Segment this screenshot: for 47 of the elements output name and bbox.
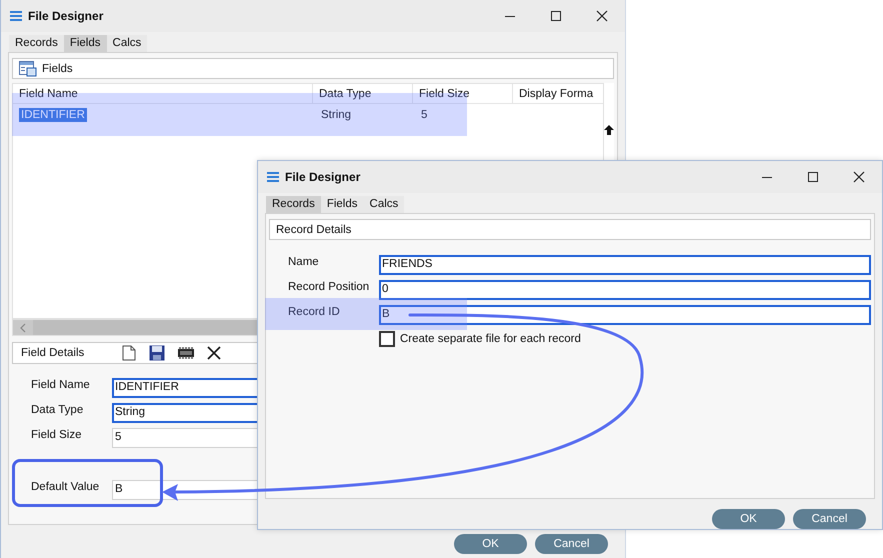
column-header[interactable]: Display Forma bbox=[513, 84, 603, 104]
input-field[interactable]: B bbox=[379, 305, 871, 325]
new-document-icon bbox=[122, 345, 136, 361]
ok-button[interactable]: OK bbox=[454, 534, 527, 554]
column-header[interactable]: Field Size bbox=[413, 84, 513, 104]
up-arrow-icon bbox=[604, 125, 614, 135]
tab[interactable]: Calcs bbox=[106, 35, 148, 52]
close-icon bbox=[596, 10, 608, 22]
panel-title: Fields bbox=[42, 62, 73, 74]
maximize-icon bbox=[550, 10, 562, 22]
tab[interactable]: Records bbox=[9, 35, 64, 52]
tab[interactable]: Fields bbox=[320, 196, 364, 213]
input-field[interactable]: FRIENDS bbox=[379, 255, 871, 275]
field-label: Field Name bbox=[31, 378, 91, 391]
field-label: Record Position bbox=[288, 280, 370, 293]
checkbox-label: Create separate file for each record bbox=[400, 333, 581, 345]
checkbox[interactable] bbox=[379, 331, 395, 347]
panel-title: Record Details bbox=[276, 224, 352, 236]
close-icon bbox=[853, 171, 865, 183]
section-title: Field Details bbox=[21, 347, 84, 359]
input-field[interactable]: 0 bbox=[379, 280, 871, 300]
app-icon bbox=[267, 172, 279, 182]
table-cell-text: IDENTIFIER bbox=[18, 106, 88, 124]
field-label: Data Type bbox=[31, 403, 84, 416]
column-header[interactable]: Field Name bbox=[13, 84, 313, 104]
film-strip-icon bbox=[178, 347, 194, 359]
table-cell-text: String bbox=[320, 108, 352, 122]
window-title: File Designer bbox=[285, 170, 360, 184]
tab[interactable]: Records bbox=[266, 196, 321, 213]
cancel-button[interactable]: Cancel bbox=[535, 534, 608, 554]
maximize-icon bbox=[807, 171, 819, 183]
field-label: Default Value bbox=[31, 480, 100, 493]
save-icon bbox=[149, 345, 166, 361]
tab[interactable]: Fields bbox=[64, 35, 107, 52]
field-label: Record ID bbox=[288, 305, 341, 318]
ok-button[interactable]: OK bbox=[712, 509, 785, 529]
table-icon bbox=[19, 60, 37, 76]
table-cell-text: 5 bbox=[420, 108, 428, 122]
delete-icon bbox=[207, 346, 222, 360]
window-title: File Designer bbox=[28, 9, 104, 23]
column-header[interactable]: Data Type bbox=[313, 84, 413, 104]
app-icon bbox=[10, 11, 22, 21]
cancel-button[interactable]: Cancel bbox=[793, 509, 866, 529]
field-label: Field Size bbox=[31, 428, 82, 441]
field-label: Name bbox=[288, 255, 320, 268]
scroll-left-icon bbox=[19, 322, 27, 332]
tab[interactable]: Calcs bbox=[364, 196, 404, 213]
